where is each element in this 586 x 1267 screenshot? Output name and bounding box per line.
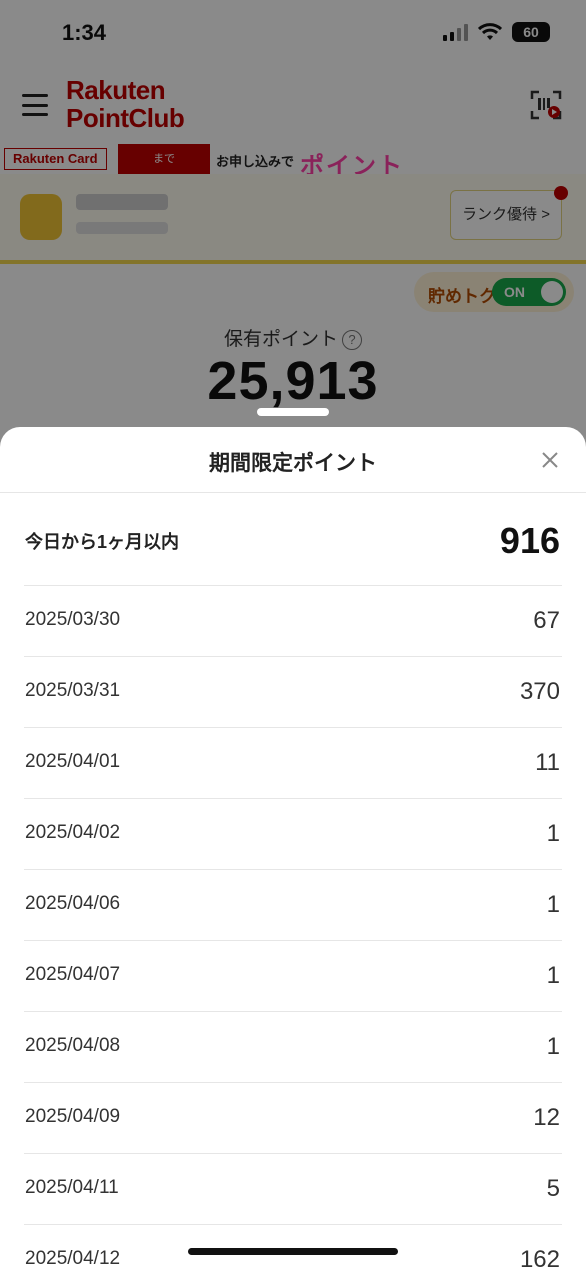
row-value: 1 (546, 891, 560, 918)
row-value: 1 (546, 820, 560, 847)
list-item: 2025/04/12 162 (24, 1225, 562, 1267)
expiry-list: 2025/03/30 67 2025/03/31 370 2025/04/01 … (24, 586, 562, 1267)
row-date: 2025/04/09 (25, 1106, 121, 1127)
list-item: 2025/04/02 1 (24, 799, 562, 870)
list-item: 2025/03/30 67 (24, 586, 562, 657)
sheet-grabber[interactable] (257, 408, 329, 416)
summary-label: 今日から1ヶ月以内 (25, 532, 180, 552)
row-date: 2025/04/07 (25, 964, 121, 985)
row-date: 2025/04/06 (25, 893, 121, 914)
row-date: 2025/04/01 (25, 751, 121, 772)
row-value: 5 (546, 1175, 560, 1202)
list-item: 2025/04/07 1 (24, 941, 562, 1012)
list-item: 2025/04/08 1 (24, 1012, 562, 1083)
home-indicator[interactable] (188, 1248, 398, 1255)
row-value: 1 (546, 1033, 560, 1060)
row-date: 2025/03/31 (25, 680, 121, 701)
list-item: 2025/04/11 5 (24, 1154, 562, 1225)
row-date: 2025/04/11 (25, 1177, 119, 1198)
list-item: 2025/04/06 1 (24, 870, 562, 941)
row-value: 11 (535, 749, 560, 776)
row-value: 12 (533, 1104, 560, 1131)
summary-row: 今日から1ヶ月以内 916 (24, 494, 562, 586)
sheet-header: 期間限定ポイント (0, 427, 586, 493)
row-value: 1 (546, 962, 560, 989)
close-icon[interactable] (540, 450, 560, 470)
list-item: 2025/03/31 370 (24, 657, 562, 728)
row-date: 2025/04/02 (25, 822, 121, 843)
row-date: 2025/04/08 (25, 1035, 121, 1056)
limited-points-sheet: 期間限定ポイント 今日から1ヶ月以内 916 2025/03/30 67 202… (0, 427, 586, 1267)
row-value: 370 (519, 678, 560, 705)
row-date: 2025/03/30 (25, 609, 121, 630)
sheet-title: 期間限定ポイント (209, 452, 377, 475)
list-item: 2025/04/09 12 (24, 1083, 562, 1154)
row-date: 2025/04/12 (25, 1248, 121, 1267)
summary-value: 916 (499, 520, 560, 561)
row-value: 67 (533, 607, 560, 634)
list-item: 2025/04/01 11 (24, 728, 562, 799)
row-value: 162 (519, 1246, 560, 1267)
